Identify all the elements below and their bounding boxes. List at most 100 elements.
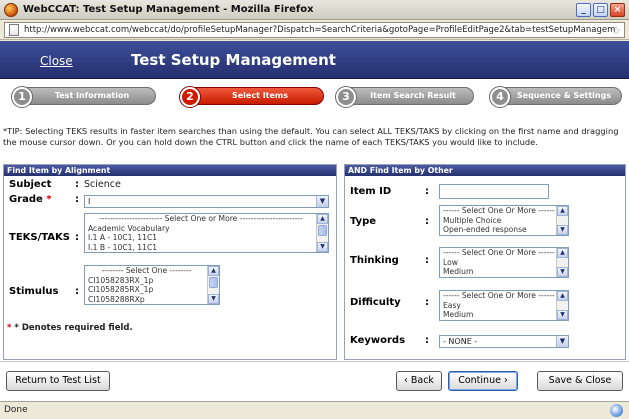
list-option[interactable]: Academic Vocabulary bbox=[85, 224, 328, 234]
list-option[interactable]: ----------------------- Select One or Mo… bbox=[85, 214, 328, 224]
list-option[interactable]: ------ Select One Or More ------ bbox=[440, 248, 568, 258]
network-status-icon bbox=[610, 404, 623, 417]
scroll-down-icon[interactable]: ▼ bbox=[557, 267, 568, 277]
scroll-up-icon[interactable]: ▲ bbox=[317, 214, 328, 224]
save-close-button[interactable]: Save & Close bbox=[537, 371, 623, 391]
chevron-down-icon[interactable]: ▼ bbox=[556, 336, 568, 347]
item-id-input[interactable] bbox=[439, 184, 549, 199]
teks-label: TEKS/TAKS bbox=[9, 232, 70, 243]
colon: : bbox=[425, 335, 429, 346]
thinking-label: Thinking bbox=[350, 255, 399, 266]
scrollbar[interactable]: ▲ ▼ bbox=[316, 214, 328, 252]
keywords-select[interactable]: - NONE - ▼ bbox=[439, 335, 569, 348]
page-header: Close Test Setup Management bbox=[0, 41, 629, 79]
step-number: 2 bbox=[180, 87, 200, 107]
colon: : bbox=[75, 286, 79, 297]
scroll-thumb[interactable] bbox=[209, 277, 218, 288]
address-bar: http://www.webccat.com/webccat/do/profil… bbox=[0, 20, 629, 40]
step-item-search-result[interactable]: 3 Item Search Result bbox=[336, 87, 474, 107]
url-field[interactable]: http://www.webccat.com/webccat/do/profil… bbox=[4, 22, 625, 38]
page-title: Test Setup Management bbox=[131, 51, 336, 69]
chevron-down-icon[interactable]: ▼ bbox=[316, 196, 328, 207]
colon: : bbox=[425, 255, 429, 266]
step-label: Select Items bbox=[231, 91, 289, 100]
required-asterisk: * bbox=[46, 194, 52, 205]
teks-listbox[interactable]: ----------------------- Select One or Mo… bbox=[84, 213, 329, 253]
subject-label: Subject bbox=[9, 179, 52, 190]
step-select-items[interactable]: 2 Select Items bbox=[180, 87, 324, 107]
grade-select[interactable]: I ▼ bbox=[84, 195, 329, 208]
wizard-steps: 1 Test Information 2 Select Items 3 Item… bbox=[0, 79, 629, 113]
tip-text: *TIP: Selecting TEKS results in faster i… bbox=[3, 126, 619, 147]
keywords-label: Keywords bbox=[350, 335, 406, 346]
list-option[interactable]: Medium bbox=[440, 310, 568, 320]
step-test-information[interactable]: 1 Test Information bbox=[12, 87, 156, 107]
status-text: Done bbox=[4, 405, 28, 415]
type-label: Type bbox=[350, 216, 377, 227]
colon: : bbox=[425, 297, 429, 308]
step-label: Item Search Result bbox=[370, 91, 456, 100]
list-option[interactable]: Open-ended response bbox=[440, 225, 568, 235]
minimize-icon[interactable]: _ bbox=[576, 3, 591, 17]
step-number: 4 bbox=[490, 87, 510, 107]
scroll-up-icon[interactable]: ▲ bbox=[557, 291, 568, 301]
list-option[interactable]: I.1 B - 10C1, 11C1 bbox=[85, 243, 328, 253]
colon: : bbox=[75, 194, 79, 205]
return-to-test-list-button[interactable]: Return to Test List bbox=[6, 371, 110, 391]
list-option[interactable]: ------ Select One Or More ------ bbox=[440, 291, 568, 301]
bookmark-star-icon[interactable]: ☆ bbox=[611, 24, 621, 37]
list-option[interactable]: I.1 A - 10C1, 11C1 bbox=[85, 233, 328, 243]
window-title: WebCCAT: Test Setup Management - Mozilla… bbox=[23, 4, 314, 15]
scroll-up-icon[interactable]: ▲ bbox=[557, 206, 568, 216]
list-option[interactable]: Easy bbox=[440, 301, 568, 311]
difficulty-listbox[interactable]: ------ Select One Or More ------ Easy Me… bbox=[439, 290, 569, 321]
list-option[interactable]: CI1058285RX_1p bbox=[85, 285, 219, 295]
close-icon[interactable]: × bbox=[610, 3, 625, 17]
difficulty-label: Difficulty bbox=[350, 297, 401, 308]
step-number: 3 bbox=[336, 87, 356, 107]
step-label: Test Information bbox=[54, 91, 130, 100]
scrollbar[interactable]: ▲ ▼ bbox=[556, 291, 568, 320]
scrollbar[interactable]: ▲ ▼ bbox=[556, 248, 568, 277]
scrollbar[interactable]: ▲ ▼ bbox=[207, 266, 219, 304]
firefox-icon bbox=[4, 2, 18, 17]
scroll-down-icon[interactable]: ▼ bbox=[557, 225, 568, 235]
list-option[interactable]: Low bbox=[440, 258, 568, 268]
list-option[interactable]: -------- Select One -------- bbox=[85, 266, 219, 276]
stimulus-listbox[interactable]: -------- Select One -------- CI1058283RX… bbox=[84, 265, 220, 305]
colon: : bbox=[75, 179, 79, 190]
continue-button[interactable]: Continue › bbox=[448, 371, 518, 391]
scroll-down-icon[interactable]: ▼ bbox=[557, 310, 568, 320]
list-option[interactable]: Multiple Choice bbox=[440, 216, 568, 226]
scrollbar[interactable]: ▲ ▼ bbox=[556, 206, 568, 235]
grade-label: Grade * bbox=[9, 194, 52, 205]
maximize-icon[interactable]: □ bbox=[593, 3, 608, 17]
page-content: Close Test Setup Management 1 Test Infor… bbox=[0, 41, 629, 401]
url-text[interactable]: http://www.webccat.com/webccat/do/profil… bbox=[24, 25, 615, 35]
scroll-down-icon[interactable]: ▼ bbox=[208, 294, 219, 304]
window-title-bar: WebCCAT: Test Setup Management - Mozilla… bbox=[0, 0, 629, 20]
find-by-other-panel: AND Find Item by Other Item ID : Type : … bbox=[344, 164, 626, 360]
required-note: * * Denotes required field. bbox=[7, 323, 133, 333]
close-link[interactable]: Close bbox=[40, 54, 73, 68]
colon: : bbox=[425, 216, 429, 227]
back-button[interactable]: ‹ Back bbox=[396, 371, 442, 391]
thinking-listbox[interactable]: ------ Select One Or More ------ Low Med… bbox=[439, 247, 569, 278]
grade-value: I bbox=[88, 197, 91, 206]
subject-value: Science bbox=[84, 179, 121, 190]
scroll-up-icon[interactable]: ▲ bbox=[208, 266, 219, 276]
keywords-value: - NONE - bbox=[443, 337, 478, 346]
list-option[interactable]: CI1058288RXp bbox=[85, 295, 219, 305]
list-option[interactable]: ------ Select One Or More ------ bbox=[440, 206, 568, 216]
colon: : bbox=[75, 232, 79, 243]
status-bar: Done bbox=[0, 401, 629, 419]
scroll-up-icon[interactable]: ▲ bbox=[557, 248, 568, 258]
step-label: Sequence & Settings bbox=[516, 91, 612, 100]
step-sequence-settings[interactable]: 4 Sequence & Settings bbox=[490, 87, 622, 107]
scroll-thumb[interactable] bbox=[318, 225, 327, 236]
type-listbox[interactable]: ------ Select One Or More ------ Multipl… bbox=[439, 205, 569, 236]
list-option[interactable]: Medium bbox=[440, 267, 568, 277]
list-option[interactable]: CI1058283RX_1p bbox=[85, 276, 219, 286]
scroll-down-icon[interactable]: ▼ bbox=[317, 242, 328, 252]
item-id-label: Item ID bbox=[350, 186, 392, 197]
